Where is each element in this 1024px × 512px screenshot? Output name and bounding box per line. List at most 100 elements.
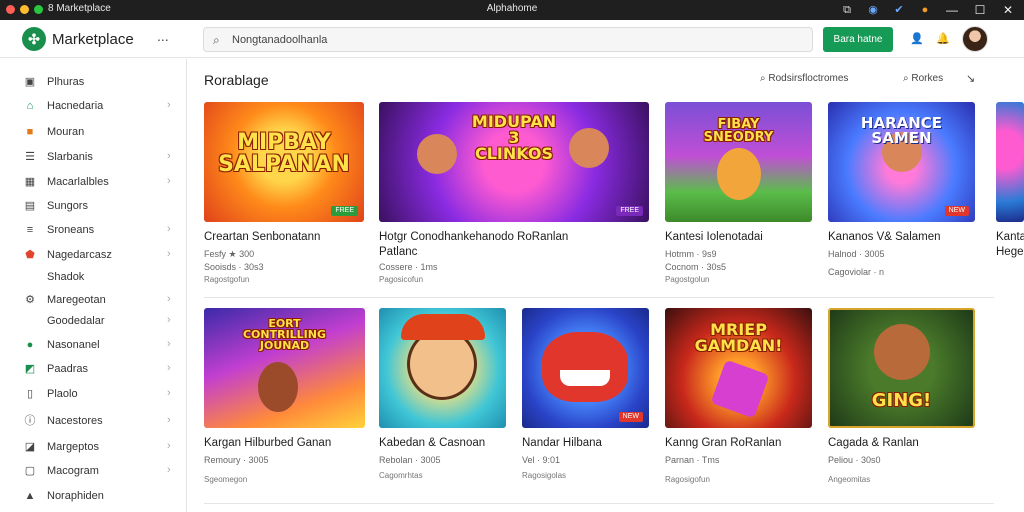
card-title[interactable]: Kabedan & Casnoan <box>379 437 485 449</box>
card-title[interactable]: Nandar Hilbana <box>522 437 602 449</box>
home-icon: ⌂ <box>26 100 34 112</box>
search-icon: ⌕ <box>213 33 220 47</box>
sidebar-item-13[interactable]: ▯ Plaolo › <box>0 383 186 405</box>
filter-control[interactable]: ⌕ Rorkes <box>903 73 943 84</box>
chat-icon: ◪ <box>24 441 36 453</box>
more-icon[interactable]: ... <box>157 28 169 44</box>
game-thumbnail[interactable]: MIDUPAN 3 CLINKOS FREE <box>379 102 649 222</box>
sidebar-item-label: Slarbanis <box>47 151 93 163</box>
sidebar-item-label: Hacnedaria <box>47 100 104 112</box>
chevron-right-icon: › <box>167 293 171 305</box>
badge: FREE <box>616 206 643 216</box>
sidebar-item-3[interactable]: ☰ Slarbanis › <box>0 146 186 168</box>
sidebar-item-11[interactable]: ● Nasonanel › <box>0 334 186 356</box>
shield-icon: ⬟ <box>25 249 35 261</box>
chevron-right-icon: › <box>167 175 171 187</box>
game-thumbnail[interactable]: NEW <box>522 308 649 428</box>
thumbnail-art-text: FIBAY SNEODRY <box>703 117 774 145</box>
user-alert-icon[interactable]: 👤 <box>910 32 924 46</box>
sidebar-item-1[interactable]: ⌂ Hacnedaria › <box>0 95 186 117</box>
card-title[interactable]: Kananos V& Salamen <box>828 231 941 243</box>
sidebar-item-2[interactable]: ■ Mouran <box>0 121 186 143</box>
game-card[interactable]: MIDUPAN 3 CLINKOS FREE Hotgr Conodhankeh… <box>379 102 651 292</box>
game-thumbnail[interactable] <box>379 308 506 428</box>
game-card[interactable]: NEW Nandar Hilbana Vel · 9:01 Ragosigola… <box>522 308 650 498</box>
card-meta: Hotmm · 9s9 <box>665 249 717 259</box>
game-card[interactable]: GING! Cagada & Ranlan Peliou · 30s0 Ange… <box>828 308 976 498</box>
chevron-right-icon: › <box>167 387 171 399</box>
card-sub: Pagostgolun <box>665 275 710 284</box>
settings-icon[interactable]: ◉ <box>866 3 880 17</box>
card-title-line2: Hege <box>996 246 1024 258</box>
game-card[interactable]: MIPBAY SALPANAN FREE Creartan Senbonatan… <box>204 102 364 292</box>
card-title[interactable]: Creartan Senbonatann <box>204 231 320 243</box>
card-meta: Remoury · 3005 <box>204 455 269 465</box>
sidebar-item-17[interactable]: ▲ Noraphiden <box>0 485 186 507</box>
sidebar-item-label: Maregeotan <box>47 294 106 306</box>
card-title[interactable]: Kanng Gran RoRanlan <box>665 437 781 449</box>
card-title[interactable]: Kargan Hilburbed Ganan <box>204 437 331 449</box>
game-card[interactable]: EORT CONTRILLING JOUNAD Kargan Hilburbed… <box>204 308 366 498</box>
search-bar[interactable]: ⌕ <box>203 27 813 52</box>
sidebar-item-16[interactable]: ▢ Macogram › <box>0 460 186 482</box>
map-icon: ◩ <box>24 363 36 375</box>
game-thumbnail[interactable]: GING! <box>828 308 975 428</box>
card-meta: Peliou · 30s0 <box>828 455 881 465</box>
game-thumbnail[interactable]: FIBAY SNEODRY <box>665 102 812 222</box>
game-card[interactable]: HARANCE SAMEN NEW Kananos V& Salamen Hal… <box>828 102 976 292</box>
box-icon: ■ <box>26 126 34 138</box>
sidebar-item-label: Macogram <box>47 465 99 477</box>
extension-icon[interactable]: ✔ <box>892 3 906 17</box>
card-title[interactable]: Kantesi Iolenotadai <box>665 231 763 243</box>
app-header: ✣ Marketplace ... ⌕ Bara hatne 👤 🔔 <box>0 20 1024 58</box>
sidebar-item-5[interactable]: ▤ Sungors <box>0 195 186 217</box>
card-meta: Rebolan · 3005 <box>379 455 441 465</box>
card-title[interactable]: Kanta <box>996 231 1024 243</box>
search-input[interactable] <box>232 31 792 49</box>
game-card-partial[interactable]: Kanta Hege <box>996 102 1024 292</box>
card-title[interactable]: Cagada & Ranlan <box>828 437 919 449</box>
sidebar-item-0[interactable]: ▣ Plhuras <box>0 71 186 93</box>
game-thumbnail[interactable] <box>996 102 1024 222</box>
sidebar-item-9[interactable]: ⚙ Maregeotan › <box>0 289 186 311</box>
game-card[interactable]: MRIEP GAMDAN! Kanng Gran RoRanlan Parnan… <box>665 308 813 498</box>
person-icon: ▲ <box>24 490 36 502</box>
card-meta: Cossere · 1ms <box>379 262 438 272</box>
game-card[interactable]: FIBAY SNEODRY Kantesi Iolenotadai Hotmm … <box>665 102 813 292</box>
game-thumbnail[interactable]: EORT CONTRILLING JOUNAD <box>204 308 365 428</box>
primary-action-button[interactable]: Bara hatne <box>823 27 893 52</box>
card-sub: Cagomrhtas <box>379 471 423 480</box>
share-icon[interactable]: ⧉ <box>840 3 854 17</box>
card-title[interactable]: Hotgr Conodhankehanodo RoRanlan <box>379 231 568 243</box>
game-thumbnail[interactable]: HARANCE SAMEN NEW <box>828 102 975 222</box>
card-title-line2: Patlanc <box>379 246 418 258</box>
avatar[interactable] <box>962 26 988 52</box>
sidebar-item-10[interactable]: Goodedalar › <box>0 310 186 332</box>
sidebar-item-6[interactable]: ≡ Sroneans › <box>0 219 186 241</box>
sort-control[interactable]: ⌕ Rodsirsfloctromes <box>760 73 848 84</box>
game-thumbnail[interactable]: MRIEP GAMDAN! <box>665 308 812 428</box>
sidebar-item-15[interactable]: ◪ Margeptos › <box>0 436 186 458</box>
chevron-right-icon: › <box>167 99 171 111</box>
close-icon[interactable]: ✕ <box>1000 2 1016 18</box>
sidebar-item-7[interactable]: ⬟ Nagedarcasz › <box>0 244 186 266</box>
logo-icon[interactable]: ✣ <box>22 27 46 51</box>
sidebar-item-4[interactable]: ▦ Macarlalbles › <box>0 171 186 193</box>
chevron-right-icon: › <box>167 464 171 476</box>
game-thumbnail[interactable]: MIPBAY SALPANAN FREE <box>204 102 364 222</box>
sidebar-item-8[interactable]: Shadok <box>0 266 186 288</box>
thumbnail-art-text: EORT CONTRILLING JOUNAD <box>242 317 327 352</box>
brand-name[interactable]: Marketplace <box>52 31 134 48</box>
sidebar-item-14[interactable]: ⓘ Nacestores › <box>0 410 186 432</box>
sidebar-item-label: Goodedalar <box>47 315 105 327</box>
info-icon: ⓘ <box>24 415 36 427</box>
notifications-icon[interactable]: 🔔 <box>936 32 950 46</box>
sidebar-item-label: Plhuras <box>47 76 85 88</box>
minimize-icon[interactable]: — <box>944 2 960 18</box>
maximize-icon[interactable]: ☐ <box>972 2 988 18</box>
sidebar-item-12[interactable]: ◩ Paadras › <box>0 358 186 380</box>
expand-icon[interactable]: ↘ <box>966 72 975 85</box>
sidebar-item-label: Shadok <box>47 271 85 283</box>
notification-icon[interactable]: ● <box>918 3 932 17</box>
game-card[interactable]: Kabedan & Casnoan Rebolan · 3005 Cagomrh… <box>379 308 507 498</box>
